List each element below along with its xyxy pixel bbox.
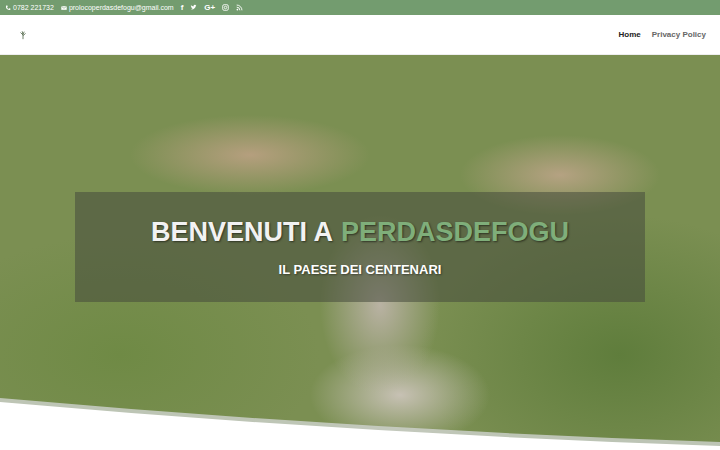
main-nav: Home Privacy Policy bbox=[619, 30, 707, 39]
curve-divider bbox=[0, 390, 720, 450]
instagram-icon[interactable] bbox=[222, 4, 229, 11]
phone-icon bbox=[5, 5, 11, 11]
nav-item[interactable]: Privacy Policy bbox=[652, 30, 706, 39]
nav-item[interactable]: Home bbox=[619, 30, 641, 39]
hero-subtitle: IL PAESE DEI CENTENARI bbox=[279, 262, 442, 277]
hero: BENVENUTI APERDASDEFOGU IL PAESE DEI CEN… bbox=[0, 55, 720, 450]
phone[interactable]: 0782 221732 bbox=[5, 4, 54, 11]
social-link[interactable]: f bbox=[181, 4, 184, 12]
page: 0782 221732 prolocoperdasdefogu@gmail.co… bbox=[0, 0, 720, 450]
hero-caption: BENVENUTI APERDASDEFOGU IL PAESE DEI CEN… bbox=[75, 192, 645, 302]
header: Home Privacy Policy bbox=[0, 15, 720, 55]
twitter-icon[interactable] bbox=[190, 4, 197, 11]
social-link[interactable]: G+ bbox=[204, 4, 215, 12]
logo-icon[interactable] bbox=[18, 30, 28, 40]
rss-icon[interactable] bbox=[236, 4, 243, 11]
top-bar: 0782 221732 prolocoperdasdefogu@gmail.co… bbox=[0, 0, 720, 15]
email[interactable]: prolocoperdasdefogu@gmail.com bbox=[61, 4, 174, 11]
envelope-icon bbox=[61, 5, 67, 11]
hero-title: BENVENUTI APERDASDEFOGU bbox=[151, 217, 569, 248]
